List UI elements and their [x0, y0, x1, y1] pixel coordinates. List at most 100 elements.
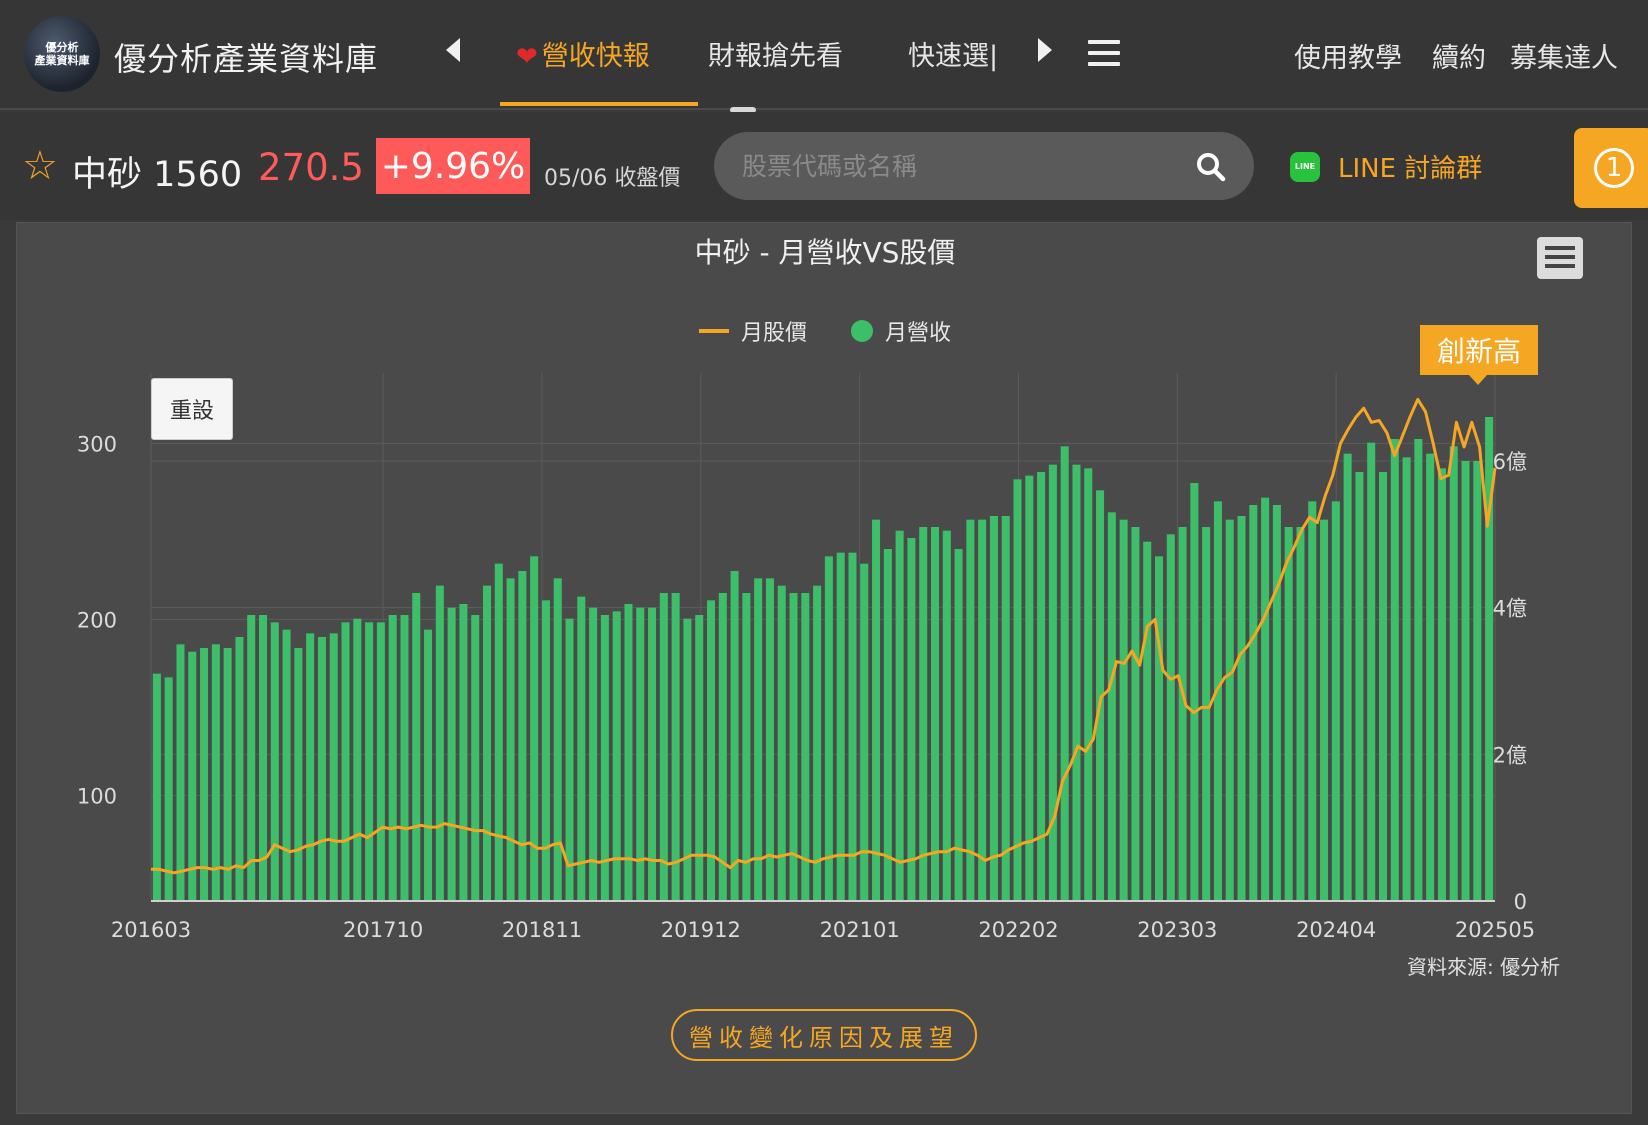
- price-line: [151, 397, 1497, 875]
- revenue-bar: [1166, 534, 1175, 901]
- revenue-bar: [1060, 446, 1069, 901]
- notification-count: 1: [1594, 148, 1634, 188]
- revenue-bar: [412, 593, 421, 901]
- y-right-tick-label: 0: [1514, 890, 1527, 914]
- tab-quick-select[interactable]: 快速選|: [908, 34, 998, 73]
- revenue-bar: [506, 578, 515, 901]
- revenue-bar: [1331, 501, 1340, 901]
- revenue-bar: [1402, 457, 1411, 901]
- tab-financial-preview[interactable]: 財報搶先看: [708, 34, 843, 73]
- search-box: [714, 132, 1254, 200]
- revenue-bar: [1154, 556, 1164, 901]
- notification-badge-button[interactable]: 1: [1574, 128, 1648, 208]
- revenue-bar: [1107, 512, 1116, 901]
- renew-link[interactable]: 續約: [1432, 36, 1486, 75]
- revenue-bar: [376, 622, 385, 901]
- revenue-bar: [400, 615, 409, 901]
- chart-menu-icon[interactable]: [1537, 237, 1583, 279]
- revenue-bar: [223, 648, 232, 901]
- legend-price-label: 月股價: [740, 321, 807, 346]
- revenue-bar: [541, 600, 550, 901]
- revenue-bar: [341, 622, 350, 901]
- revenue-bar: [718, 593, 727, 901]
- revenue-bar: [883, 549, 892, 901]
- nav-scroll-right-icon[interactable]: [1038, 38, 1052, 62]
- x-tick-label: 201912: [661, 918, 741, 942]
- menu-icon[interactable]: [1088, 40, 1120, 66]
- revenue-bar: [848, 552, 857, 901]
- site-title[interactable]: 優分析產業資料庫: [114, 34, 378, 80]
- revenue-bar: [1261, 497, 1270, 901]
- recruit-link[interactable]: 募集達人: [1510, 36, 1618, 75]
- top-navigation: 優分析 產業資料庫 優分析產業資料庫 ❤ 營收快報 財報搶先看 快速選| 使用教學…: [0, 0, 1648, 113]
- revenue-bar: [1320, 519, 1329, 901]
- revenue-bar: [1048, 464, 1057, 901]
- close-date-label: 05/06 收盤價: [544, 166, 681, 191]
- revenue-bar: [447, 607, 456, 901]
- site-logo[interactable]: 優分析 產業資料庫: [24, 16, 100, 92]
- revenue-bar: [152, 673, 161, 901]
- revenue-bar: [730, 571, 739, 901]
- new-high-tag: 創新高: [1420, 325, 1538, 375]
- revenue-bar: [624, 604, 633, 901]
- x-tick-label: 201603: [111, 918, 191, 942]
- tab-financial-preview-label: 財報搶先看: [708, 41, 843, 72]
- y-left-tick-label: 100: [77, 784, 117, 808]
- revenue-bar: [1390, 439, 1399, 901]
- revenue-bar: [200, 648, 209, 901]
- revenue-bar: [813, 585, 822, 901]
- new-high-pointer: [1469, 375, 1487, 385]
- nav-scroll-left-icon[interactable]: [446, 38, 460, 62]
- reset-zoom-button[interactable]: 重設: [151, 378, 233, 440]
- y-left-tick-label: 300: [77, 432, 117, 456]
- revenue-bar: [659, 593, 668, 901]
- y-left-tick-label: 200: [77, 608, 117, 632]
- logo-line2: 產業資料庫: [34, 54, 90, 67]
- chart-panel: 201603 201710 201811 201912 202101 202202 2023…: [16, 222, 1632, 1114]
- revenue-bar: [919, 527, 928, 901]
- revenue-bar: [1237, 516, 1246, 901]
- revenue-bar: [648, 607, 657, 901]
- revenue-bar: [1119, 519, 1128, 901]
- legend-price[interactable]: 月股價: [698, 315, 807, 347]
- stock-change-badge: +9.96%: [376, 138, 530, 194]
- tab-quick-select-label: 快速選|: [908, 41, 999, 72]
- tab-revenue-flash[interactable]: ❤ 營收快報: [516, 34, 650, 73]
- stock-search-input[interactable]: [742, 146, 1182, 186]
- legend-revenue[interactable]: 月營收: [851, 315, 951, 347]
- tutorial-link[interactable]: 使用教學: [1294, 36, 1402, 75]
- favorite-star-icon[interactable]: ☆: [22, 146, 58, 186]
- revenue-bar: [1343, 453, 1352, 901]
- revenue-bar: [1013, 479, 1022, 901]
- revenue-bar: [365, 622, 374, 901]
- revenue-bar: [1178, 527, 1187, 901]
- revenue-bar: [1001, 516, 1010, 901]
- revenue-bar: [671, 593, 680, 901]
- logo-line1: 優分析: [45, 41, 79, 54]
- revenue-bar: [577, 596, 586, 901]
- revenue-bar: [494, 563, 503, 901]
- y-right-tick-label: 2億: [1493, 743, 1527, 767]
- revenue-bar: [1072, 464, 1081, 901]
- stock-price: 270.5: [258, 146, 364, 189]
- revenue-bar: [388, 615, 397, 901]
- revenue-reason-button[interactable]: 營收變化原因及展望: [671, 1009, 977, 1061]
- revenue-bar: [1461, 461, 1470, 901]
- line-group-link[interactable]: LINE LINE 討論群: [1290, 148, 1482, 185]
- stock-bar: ☆ 中砂 1560 270.5 +9.96% 05/06 收盤價 LINE LI…: [0, 112, 1648, 220]
- revenue-bar: [317, 637, 326, 901]
- revenue-bar: [1190, 483, 1199, 901]
- revenue-bar: [989, 516, 998, 901]
- x-tick-label: 201710: [343, 918, 423, 942]
- revenue-bar: [482, 585, 492, 901]
- stock-name: 中砂 1560: [72, 155, 243, 195]
- revenue-bar: [247, 615, 256, 901]
- chart-title: 中砂 - 月營收VS股價: [694, 236, 956, 269]
- revenue-bar: [1473, 461, 1482, 901]
- x-tick-label: 202303: [1137, 918, 1217, 942]
- legend-revenue-label: 月營收: [885, 321, 952, 346]
- search-icon[interactable]: [1196, 152, 1226, 182]
- legend-dot-icon: [851, 320, 873, 342]
- revenue-bar: [1143, 541, 1152, 901]
- revenue-bar: [765, 578, 774, 901]
